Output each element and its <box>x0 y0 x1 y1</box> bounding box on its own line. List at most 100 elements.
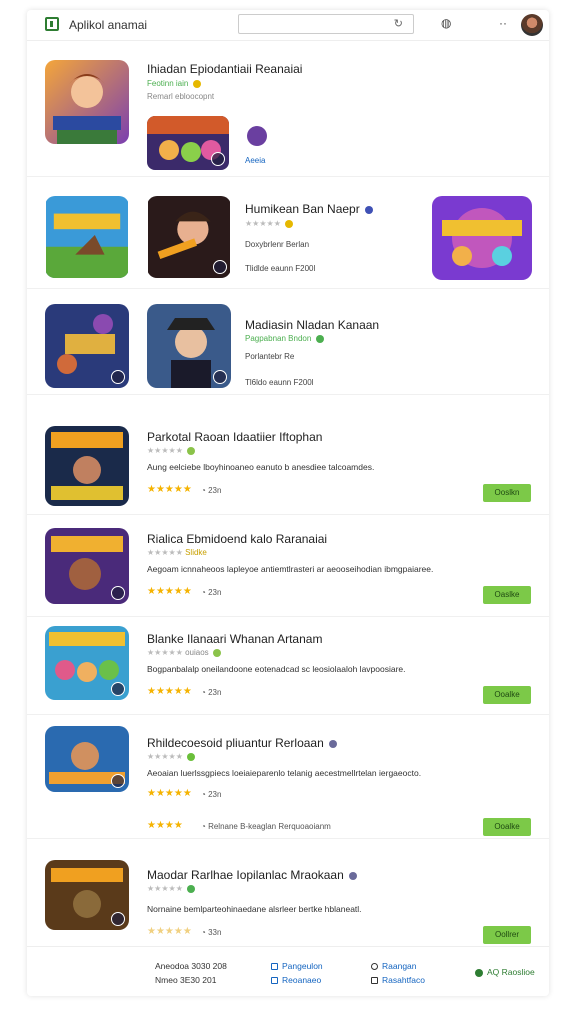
footer-link-label: Reoanaeo <box>282 975 322 985</box>
footer-link-label: AQ Raoslioe <box>487 967 535 977</box>
app-meta-secondary: Tl6ldo eaunn F200l <box>245 378 314 387</box>
rating-count: ◔ 33n <box>201 928 222 937</box>
app-icon[interactable] <box>45 726 129 792</box>
rating-count-text: 33n <box>208 928 222 937</box>
app-icon[interactable] <box>45 426 129 506</box>
footer-link-label: Pangeulon <box>282 961 323 971</box>
top-bar: Aplikol anamai ↻ ◍ ·· <box>27 10 549 41</box>
app-title[interactable]: Madiasin Nladan Kanaan <box>245 318 379 332</box>
character-icon <box>247 126 267 146</box>
app-title[interactable]: Maodar Rarlhae Iopilanlac Mraokaan <box>147 868 358 882</box>
rating-count-text: 23n <box>208 588 222 597</box>
screenshot-thumbnail[interactable] <box>147 116 229 170</box>
footer-link[interactable]: Reoanaeo <box>271 975 321 985</box>
app-subtitle-text: Feotinn iain <box>147 79 189 88</box>
app-description: Bogpanbalalp oneilandoone eotenadcad sc … <box>147 664 406 674</box>
rating-count-text: 23n <box>208 790 222 799</box>
app-description: Aung eelciebe lboyhinoaneo eanuto b anes… <box>147 462 375 472</box>
app-icon[interactable] <box>45 196 129 278</box>
app-icon[interactable] <box>45 60 129 144</box>
footer-link[interactable]: Rasahtfaco <box>371 975 425 985</box>
list-item[interactable]: Parkotal Raoan Idaatiier Iftophan ★★★★★ … <box>27 414 549 515</box>
install-button[interactable]: Ooslkn <box>483 484 531 502</box>
app-subtitle: Pagpabnan Bndon <box>245 334 324 343</box>
app-meta: Doxybrlenr Berlan <box>245 240 310 249</box>
app-title-text: Rhildecoesoid pliuantur Rerloaan <box>147 736 324 750</box>
verified-icon <box>349 871 358 880</box>
more-link[interactable]: Aeeia <box>245 156 265 165</box>
app-title[interactable]: Rhildecoesoid pliuantur Rerloaan <box>147 736 338 750</box>
app-title-text: Humikean Ban Naepr <box>245 202 360 216</box>
refresh-icon[interactable]: ↻ <box>394 17 403 30</box>
app-icon[interactable] <box>147 304 231 388</box>
install-button[interactable]: Ooalke <box>483 686 531 704</box>
play-badge-icon <box>111 586 125 600</box>
app-subtitle: Feotinn iain <box>147 79 201 88</box>
app-title-text: Maodar Rarlhae Iopilanlac Mraokaan <box>147 868 344 882</box>
app-meta: Porlantebr Re <box>245 352 295 361</box>
game-art-icon <box>432 196 532 280</box>
app-title[interactable]: Blanke Ilanaari Whanan Artanam <box>147 632 322 646</box>
install-button[interactable]: Oollrer <box>483 926 531 944</box>
avatar[interactable] <box>521 14 543 36</box>
lock-icon <box>371 963 378 971</box>
app-icon[interactable] <box>45 860 129 930</box>
rating-stars: ★★★★★ <box>245 219 294 228</box>
app-title[interactable]: Rialica Ebmidoend kalo Raranaiai <box>147 532 327 546</box>
rating-count: ◔ 23n <box>201 486 222 495</box>
app-description: Nornaine bemlparteohinaedane alsrleer be… <box>147 904 362 914</box>
verified-icon <box>329 739 338 748</box>
footer-link[interactable]: Pangeulon <box>271 961 323 971</box>
status-dot-icon <box>192 79 201 88</box>
play-badge-icon <box>111 370 125 384</box>
status-dot-icon <box>187 446 196 455</box>
list-item[interactable]: Blanke Ilanaari Whanan Artanam ★★★★★ oui… <box>27 616 549 715</box>
rating-stars: ★★★★★ <box>147 686 192 697</box>
game-art-icon <box>46 196 128 278</box>
play-badge-icon <box>213 370 227 384</box>
bell-icon[interactable]: ◍ <box>441 16 451 30</box>
app-title[interactable]: Ihiadan Epiodantiaii Reanaiai <box>147 62 302 76</box>
help-icon <box>475 968 483 977</box>
rating-stars: ★★★★★ <box>147 752 196 761</box>
card-icon <box>371 977 378 985</box>
footer-text: Aneodoa 3030 208 <box>155 961 227 971</box>
footer-link[interactable]: AQ Raoslioe <box>473 967 535 977</box>
list-item[interactable]: Rialica Ebmidoend kalo Raranaiai ★★★★★ S… <box>27 516 549 617</box>
install-button[interactable]: Ooalke <box>483 818 531 836</box>
app-description: Aeoaian luerlssgpiecs loeiaieparenlo tel… <box>147 768 422 778</box>
footer-link[interactable]: Raangan <box>371 961 417 971</box>
app-icon[interactable] <box>147 196 231 278</box>
play-badge-icon <box>111 774 125 788</box>
app-subtitle: Slidke <box>185 548 207 557</box>
verified-icon <box>365 205 374 214</box>
app-subtitle: ouiaos <box>185 648 209 657</box>
status-dot-icon <box>187 884 196 893</box>
app-icon[interactable] <box>45 626 129 700</box>
footer: Aneodoa 3030 208 Nmeo 3E30 201 Pangeulon… <box>27 946 549 996</box>
extra-info-text: Relnane B-keaglan Rerquoaoianm <box>208 822 331 831</box>
install-button[interactable]: Oaslke <box>483 586 531 604</box>
play-badge-icon <box>111 682 125 696</box>
game-art-icon <box>45 426 129 506</box>
footer-text: Nmeo 3E30 201 <box>155 975 217 985</box>
app-title[interactable]: Humikean Ban Naepr <box>245 202 374 216</box>
more-icon[interactable]: ·· <box>499 16 507 30</box>
status-dot-icon <box>315 334 324 343</box>
app-icon[interactable] <box>432 196 532 280</box>
app-icon[interactable] <box>45 304 129 388</box>
rating-stars: ★★★★★ <box>147 484 192 495</box>
rating-stars: ★★★★★ <box>147 926 192 937</box>
app-icon[interactable] <box>45 528 129 604</box>
status-dot-icon <box>285 219 294 228</box>
featured-row: Ihiadan Epiodantiaii Reanaiai Feotinn ia… <box>27 54 549 177</box>
list-item[interactable]: Rhildecoesoid pliuantur Rerloaan ★★★★★ A… <box>27 714 549 839</box>
list-item[interactable]: Maodar Rarlhae Iopilanlac Mraokaan ★★★★★… <box>27 848 549 946</box>
app-title[interactable]: Parkotal Raoan Idaatiier Iftophan <box>147 430 322 444</box>
search-input[interactable]: ↻ <box>238 14 414 34</box>
play-badge-icon <box>213 260 227 274</box>
play-badge-icon <box>211 152 225 166</box>
rating-stars: ★★★★★ <box>147 446 196 455</box>
rating-stars: ★★★★★ <box>147 884 196 893</box>
footer-link-label: Raangan <box>382 961 417 971</box>
